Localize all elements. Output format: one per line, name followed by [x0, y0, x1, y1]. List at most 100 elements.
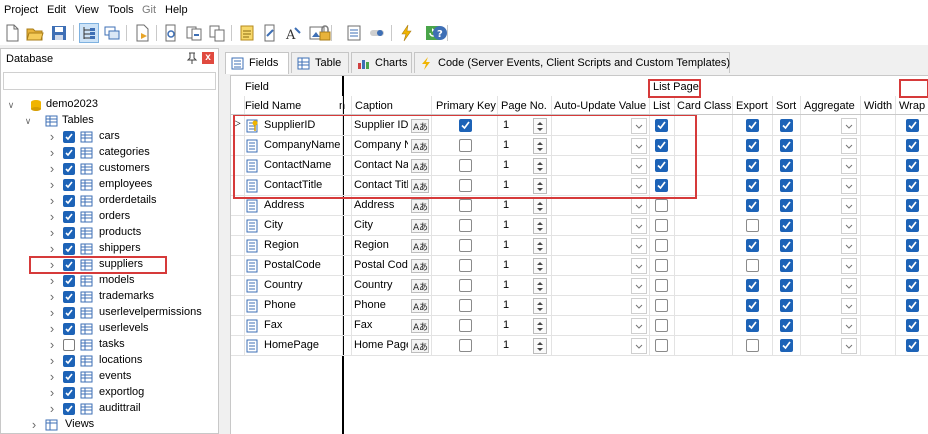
aggregate-dropdown[interactable]	[841, 278, 857, 294]
sort-checkbox[interactable]	[780, 179, 793, 192]
chevron-right-icon[interactable]: ›	[47, 178, 57, 191]
table-row[interactable]: CompanyName Company NAあ 1	[231, 136, 928, 156]
wrap-checkbox[interactable]	[906, 299, 919, 312]
aggregate-dropdown[interactable]	[841, 138, 857, 154]
column-header-list[interactable]: List	[653, 100, 670, 112]
language-icon[interactable]: Aあ	[411, 239, 429, 256]
page-no-value[interactable]: 1	[503, 259, 509, 271]
page-no-value[interactable]: 1	[503, 219, 509, 231]
page-no-value[interactable]: 1	[503, 159, 509, 171]
primary-key-checkbox[interactable]	[459, 199, 472, 212]
chevron-right-icon[interactable]: ›	[47, 242, 57, 255]
sort-checkbox[interactable]	[780, 119, 793, 132]
page-no-spinner[interactable]	[533, 178, 547, 194]
auto-update-dropdown[interactable]	[631, 338, 647, 354]
page-no-value[interactable]: 1	[503, 279, 509, 291]
table-row[interactable]: Country Country A あ 1	[231, 276, 928, 296]
tree-project[interactable]: ∨ demo2023	[2, 97, 219, 113]
export-checkbox[interactable]	[746, 239, 759, 252]
chevron-down-icon[interactable]: ∨	[23, 115, 33, 127]
chevron-right-icon[interactable]: ›	[47, 370, 57, 383]
table-checkbox[interactable]	[63, 163, 75, 175]
primary-key-checkbox[interactable]	[459, 239, 472, 252]
auto-update-dropdown[interactable]	[631, 178, 647, 194]
aggregate-dropdown[interactable]	[841, 238, 857, 254]
column-header-auto-update[interactable]: Auto-Update Value	[554, 100, 646, 112]
refresh-doc-icon[interactable]	[162, 24, 180, 42]
note-icon[interactable]	[238, 24, 256, 42]
tab-table[interactable]: Table	[291, 52, 349, 73]
field-name[interactable]: ContactTitle	[264, 179, 340, 191]
table-row[interactable]: Fax Fax A あ 1	[231, 316, 928, 336]
menu-view[interactable]: View	[75, 4, 99, 16]
table-checkbox[interactable]	[63, 371, 75, 383]
auto-update-dropdown[interactable]	[631, 138, 647, 154]
language-icon[interactable]: Aあ	[411, 279, 429, 296]
tree-item-shippers[interactable]: › shippers	[2, 241, 219, 257]
table-checkbox[interactable]	[63, 403, 75, 415]
chevron-right-icon[interactable]: ›	[47, 322, 57, 335]
page-no-value[interactable]: 1	[503, 139, 509, 151]
tab-code[interactable]: Code (Server Events, Client Scripts and …	[414, 52, 730, 73]
table-row[interactable]: ContactName Contact Nar A あ 1	[231, 156, 928, 176]
wrap-checkbox[interactable]	[906, 119, 919, 132]
language-icon[interactable]: Aあ	[411, 219, 429, 236]
windows-icon[interactable]	[103, 24, 121, 42]
tree-item-models[interactable]: › models	[2, 273, 219, 289]
chevron-right-icon[interactable]: ›	[47, 354, 57, 367]
language-icon[interactable]: Aあ	[411, 119, 429, 136]
language-icon[interactable]: Aあ	[411, 139, 429, 156]
column-header-primary-key[interactable]: Primary Key	[436, 100, 496, 112]
help-icon[interactable]: ?	[431, 24, 449, 42]
list-checkbox[interactable]	[655, 219, 668, 232]
sort-checkbox[interactable]	[780, 279, 793, 292]
table-row[interactable]: PostalCode Postal Code A あ 1	[231, 256, 928, 276]
caption-value[interactable]: Supplier ID	[354, 119, 408, 131]
page-no-spinner[interactable]	[533, 118, 547, 134]
table-checkbox[interactable]	[63, 147, 75, 159]
auto-update-dropdown[interactable]	[631, 158, 647, 174]
table-row[interactable]: HomePage Home Page A あ 1	[231, 336, 928, 356]
page-no-spinner[interactable]	[533, 198, 547, 214]
sort-checkbox[interactable]	[780, 319, 793, 332]
field-name[interactable]: ContactName	[264, 159, 340, 171]
list-checkbox[interactable]	[655, 299, 668, 312]
list-checkbox[interactable]	[655, 199, 668, 212]
list-checkbox[interactable]	[655, 139, 668, 152]
table-row[interactable]: Address Address A あ 1	[231, 196, 928, 216]
aggregate-dropdown[interactable]	[841, 298, 857, 314]
page-no-spinner[interactable]	[533, 218, 547, 234]
tree-item-employees[interactable]: › employees	[2, 177, 219, 193]
column-header-width[interactable]: Width	[864, 100, 892, 112]
language-icon[interactable]: Aあ	[411, 179, 429, 196]
table-checkbox[interactable]	[63, 387, 75, 399]
tree-item-tasks[interactable]: › tasks	[2, 337, 219, 353]
chevron-right-icon[interactable]: ›	[47, 402, 57, 415]
primary-key-checkbox[interactable]	[459, 339, 472, 352]
tree-view-icon[interactable]	[79, 23, 99, 43]
search-input[interactable]	[3, 72, 216, 90]
tree-item-categories[interactable]: › categories	[2, 145, 219, 161]
page-no-spinner[interactable]	[533, 238, 547, 254]
sort-checkbox[interactable]	[780, 299, 793, 312]
tree-item-suppliers[interactable]: › suppliers	[2, 257, 219, 273]
new-file-icon[interactable]	[3, 24, 21, 42]
field-name[interactable]: Address	[264, 199, 340, 211]
caption-value[interactable]: Phone	[354, 299, 408, 311]
tree-item-userlevelpermissions[interactable]: › userlevelpermissions	[2, 305, 219, 321]
column-header-card-class[interactable]: Card Class	[677, 100, 731, 112]
tree-item-userlevels[interactable]: › userlevels	[2, 321, 219, 337]
export-checkbox[interactable]	[746, 299, 759, 312]
list-checkbox[interactable]	[655, 119, 668, 132]
export-checkbox[interactable]	[746, 339, 759, 352]
table-checkbox[interactable]	[63, 243, 75, 255]
pin-icon[interactable]	[186, 52, 198, 64]
wrap-checkbox[interactable]	[906, 239, 919, 252]
aggregate-dropdown[interactable]	[841, 318, 857, 334]
table-row[interactable]: ContactTitle Contact Titl A あ 1	[231, 176, 928, 196]
table-row[interactable]: City City A あ 1	[231, 216, 928, 236]
chevron-right-icon[interactable]: ›	[47, 306, 57, 319]
table-checkbox[interactable]	[63, 227, 75, 239]
sort-checkbox[interactable]	[780, 239, 793, 252]
chevron-down-icon[interactable]: ∨	[6, 99, 16, 111]
